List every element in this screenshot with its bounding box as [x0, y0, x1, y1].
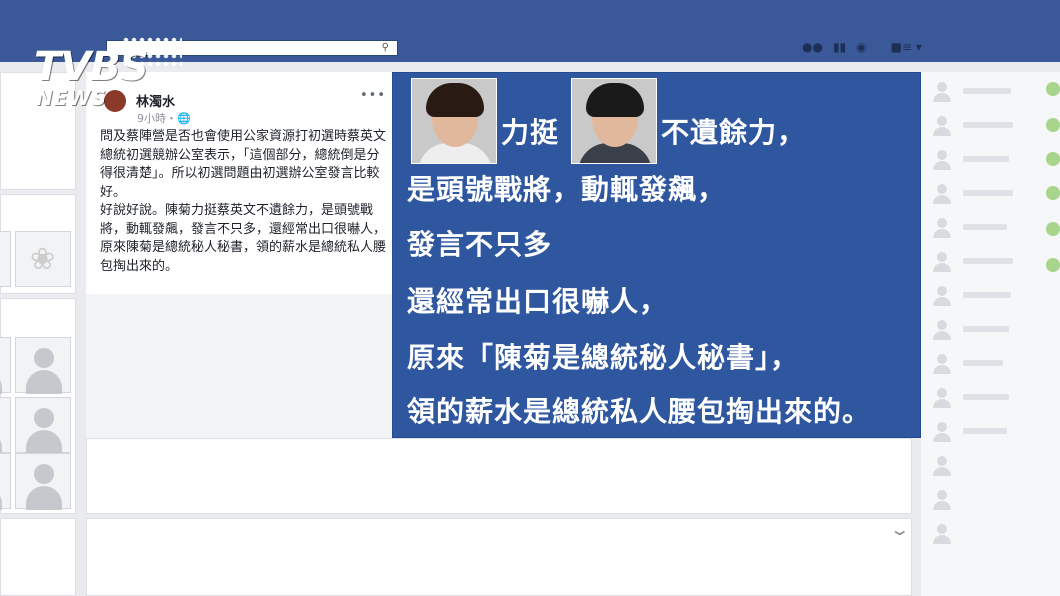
flower-icon: ❀ [30, 242, 56, 277]
chevron-down-icon[interactable]: ⌄ [889, 520, 910, 539]
quote-line: 領的薪水是總統私人腰包掏出來的。 [407, 395, 872, 428]
contact-name[interactable] [963, 394, 1009, 400]
account-menu-icon[interactable]: ■≡ ▾ [891, 40, 922, 54]
top-icons: ●● ▮▮ ◉ ■≡ ▾ [802, 40, 922, 54]
contact-name[interactable] [963, 88, 1011, 94]
left-panel-friends [0, 298, 76, 514]
post-paragraph: 好說好說。陳菊力挺蔡英文不遺餘力，是頭號戰將，動輒發飆，發言不只多，還經常出口很… [100, 203, 387, 274]
contact-avatar[interactable] [931, 148, 953, 170]
online-status-dot [1046, 152, 1060, 166]
portrait-photo-right [571, 78, 657, 164]
post-body: 問及蔡陣營是否也會使用公家資源打初選時蔡英文總統初選競辦公室表示，「這個部分，總… [100, 128, 390, 276]
contact-name[interactable] [963, 156, 1009, 162]
friends-icon[interactable]: ●● [802, 40, 823, 54]
contact-name[interactable] [963, 326, 1009, 332]
contact-avatar[interactable] [931, 522, 953, 544]
contact-avatar[interactable] [931, 80, 953, 102]
tvbs-news-logo: TVBS NEWS [30, 36, 190, 116]
contact-avatar[interactable] [931, 420, 953, 442]
contact-avatar[interactable] [931, 386, 953, 408]
quote-line: 還經常出口很嚇人， [407, 285, 669, 318]
quote-line: 發言不只多 [407, 228, 553, 261]
contact-name[interactable] [963, 360, 1003, 366]
contact-avatar[interactable] [931, 488, 953, 510]
contact-avatar[interactable] [931, 216, 953, 238]
contact-avatar[interactable] [931, 352, 953, 374]
left-panel-bottom [0, 518, 76, 596]
quote-line: 不遺餘力， [661, 116, 807, 149]
friend-thumb[interactable] [15, 337, 71, 394]
quote-line: 原來「陳菊是總統秘人秘書」， [407, 341, 800, 374]
quote-line: 力挺 [501, 116, 560, 149]
logo-news-text: NEWS [36, 86, 107, 110]
contact-name[interactable] [963, 292, 1011, 298]
post-image-area [86, 294, 392, 438]
right-sidebar [921, 72, 1060, 596]
post-footer-card [86, 438, 912, 514]
friend-thumb[interactable] [15, 397, 71, 454]
portrait-photo-left [411, 78, 497, 164]
search-icon[interactable]: ⚲ [382, 42, 389, 53]
quote-image[interactable]: 力挺 不遺餘力， 是頭號戰將，動輒發飆， 發言不只多 還經常出口很嚇人， 原來「… [392, 72, 921, 438]
more-options-button[interactable]: ••• [360, 88, 386, 103]
contact-name[interactable] [963, 190, 1013, 196]
globe-icon[interactable]: ◉ [856, 40, 866, 54]
left-panel-photos: ❀ [0, 194, 76, 294]
logo-tvbs-text: TVBS [34, 44, 149, 90]
online-status-dot [1046, 186, 1060, 200]
contact-avatar[interactable] [931, 250, 953, 272]
friend-thumb[interactable] [0, 337, 11, 394]
friend-thumb[interactable] [15, 453, 71, 510]
contact-name[interactable] [963, 258, 1013, 264]
online-status-dot [1046, 118, 1060, 132]
photo-thumb[interactable] [0, 231, 11, 287]
photo-thumb[interactable]: ❀ [15, 231, 71, 287]
online-status-dot [1046, 258, 1060, 272]
contact-name[interactable] [963, 428, 1007, 434]
post-paragraph: 問及蔡陣營是否也會使用公家資源打初選時蔡英文總統初選競辦公室表示，「這個部分，總… [100, 129, 387, 200]
friend-thumb[interactable] [0, 453, 11, 510]
contact-avatar[interactable] [931, 454, 953, 476]
quote-line: 是頭號戰將，動輒發飆， [407, 173, 727, 206]
contact-avatar[interactable] [931, 318, 953, 340]
messages-icon[interactable]: ▮▮ [833, 40, 846, 54]
contact-name[interactable] [963, 122, 1013, 128]
contact-name[interactable] [963, 224, 1007, 230]
contact-avatar[interactable] [931, 114, 953, 136]
online-status-dot [1046, 82, 1060, 96]
friend-thumb[interactable] [0, 397, 11, 454]
contact-avatar[interactable] [931, 182, 953, 204]
online-status-dot [1046, 222, 1060, 236]
contact-avatar[interactable] [931, 284, 953, 306]
next-post-card [86, 518, 912, 596]
